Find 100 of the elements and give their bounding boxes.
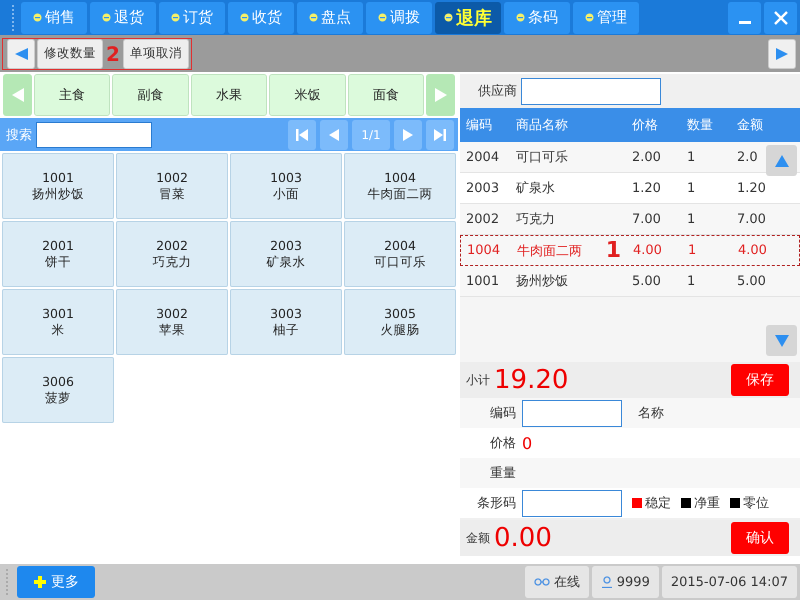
circle-icon [516,13,525,22]
table-cell-text: 2004 [465,150,500,164]
product-button[interactable]: 3002 苹果 [116,289,228,355]
save-button[interactable]: 保存 [731,364,789,396]
indicator-label: 净重 [694,495,720,512]
circle-icon [240,13,249,22]
table-cell-text: 1 [687,180,696,196]
scroll-down-button[interactable] [766,325,797,356]
product-button[interactable]: 3001 米 [2,289,114,355]
left-arrow-icon [328,128,340,142]
table-row[interactable]: 1004 牛肉面二两 1 4.00 1 4.00 [460,235,800,266]
table-cell-text: 1001 [465,274,500,288]
toolbar-button[interactable]: 修改数量 [37,38,103,69]
table-cell-text: 1 [688,243,698,258]
column-header: 价格 [632,117,659,134]
circle-icon [33,13,42,22]
supplier-field[interactable] [521,78,661,104]
table-cell: 2.0 [737,150,758,164]
product-button[interactable]: 1002 冒菜 [116,153,228,219]
right-arrow-icon [434,87,448,103]
table-cell-text: 可口可乐 [516,149,568,166]
category-button[interactable]: 面食 [348,74,424,116]
right-arrow-icon [775,46,789,61]
more-button[interactable]: 更多 [17,566,95,598]
indicator-label: 零位 [743,495,769,512]
column-header: 金额 [737,117,763,134]
column-header: 编码 [465,117,493,134]
category-button[interactable]: 主食 [34,74,110,116]
product-button[interactable]: 3006 菠萝 [2,357,114,423]
minimize-button[interactable] [728,2,761,34]
table-cell-text: 5.00 [632,274,662,288]
product-button[interactable]: 2002 巧克力 [116,221,228,287]
code-field[interactable] [522,400,622,426]
toolbar-button[interactable]: 单项取消 [122,38,189,69]
product-button[interactable]: 3005 火腿肠 [344,289,456,355]
next-page-button[interactable] [394,120,422,150]
table-cell-text: 7.00 [632,212,662,226]
barcode-field[interactable] [522,490,622,516]
table-cell-text: 扬州炒饭 [516,273,568,290]
back-button[interactable] [7,38,35,69]
table-cell-text: 1 [687,150,696,164]
plus-icon [33,575,47,589]
circle-icon [309,13,318,22]
table-cell-text: 4.00 [633,243,663,258]
weight-label: 重量 [489,465,516,482]
forward-button[interactable] [768,38,796,69]
total-label: 金额 [466,530,490,546]
search-label: 搜索 [6,126,32,144]
indicator-label: 稳定 [645,495,671,512]
table-cell-text: 矿泉水 [516,180,555,197]
minimize-icon [738,21,750,24]
product-button[interactable]: 1004 牛肉面二两 [344,153,456,219]
table-cell-text: 2.00 [632,150,662,164]
circle-icon [585,13,594,22]
product-button[interactable]: 2001 饼干 [2,221,114,287]
subtotal-value: 19.20 [494,365,568,395]
annotation-number: 2 [106,42,120,66]
supplier-label: 供应商 [478,83,517,100]
table-cell-text: 1.20 [632,180,662,196]
table-cell-text: 牛肉面二两 [517,242,582,260]
nav-tab[interactable]: 退库 [435,2,501,34]
previous-page-button[interactable] [320,120,348,150]
left-arrow-icon [14,46,28,61]
price-value: 0 [522,434,532,452]
user-status[interactable]: 9999 [592,566,659,598]
product-button[interactable]: 1001 扬州炒饭 [2,153,114,219]
left-arrow-icon [10,87,24,103]
online-status[interactable]: 在线 [524,566,589,598]
total-value: 0.00 [494,523,552,553]
product-button[interactable]: 2003 矿泉水 [230,221,342,287]
confirm-button[interactable]: 确认 [731,522,789,554]
search-field[interactable] [36,122,152,148]
circle-icon [378,13,387,22]
date-time: 2015-07-06 14:07 [662,566,797,598]
column-header: 商品名称 [516,117,569,134]
product-button[interactable]: 2004 可口可乐 [344,221,456,287]
name-label: 名称 [638,405,664,422]
table-cell: 1.20 [737,180,766,196]
scroll-up-button[interactable] [766,145,797,176]
barcode-label: 条形码 [476,495,516,512]
category-button[interactable]: 米饭 [269,74,346,116]
product-button[interactable]: 1003 小面 [230,153,342,219]
category-button[interactable]: 水果 [190,74,268,116]
category-button[interactable]: 副食 [112,74,189,116]
first-page-icon [295,128,309,142]
user-icon [600,576,613,588]
first-page-button[interactable] [288,120,316,150]
table-cell-text: 巧克力 [516,211,555,228]
subtotal-label: 小计 [466,372,490,388]
code-label: 编码 [489,405,516,422]
product-button[interactable]: 3003 柚子 [230,289,342,355]
link-icon [534,578,550,586]
close-button[interactable] [764,2,797,34]
close-icon [772,10,788,26]
last-page-button[interactable] [426,120,454,150]
table-row[interactable]: 2003 矿泉水 1.20 1 1.20 [460,173,800,204]
table-cell-text: 1004 [466,243,502,258]
circle-icon [444,13,453,22]
table-cell: 4.00 [738,243,767,258]
table-cell-text: 2003 [465,180,500,196]
